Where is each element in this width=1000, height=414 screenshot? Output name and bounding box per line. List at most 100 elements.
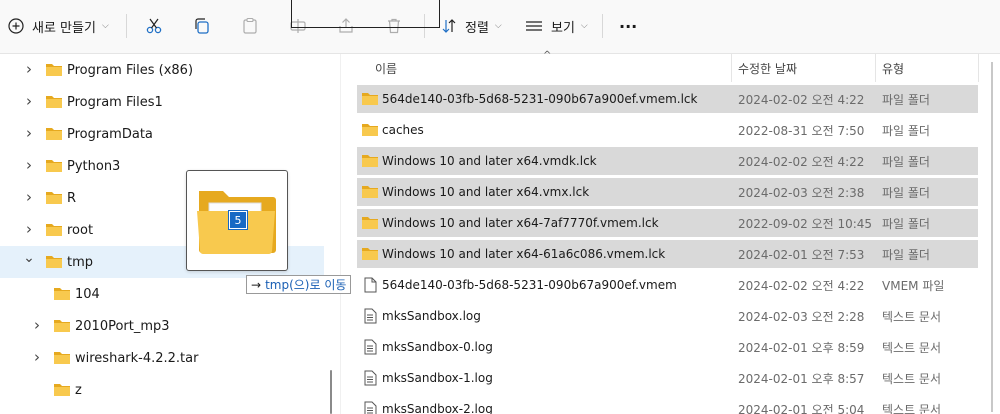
chevron-right-icon[interactable]: › bbox=[22, 220, 36, 238]
column-name[interactable]: 이름 bbox=[375, 60, 397, 77]
file-date: 2024-02-03 오전 2:28 bbox=[738, 309, 865, 324]
toolbar-divider bbox=[126, 14, 127, 38]
file-date: 2024-02-02 오전 4:22 bbox=[738, 92, 865, 107]
new-button[interactable]: 새로 만들기 ⌵ bbox=[8, 10, 109, 42]
file-type: 텍스트 문서 bbox=[882, 371, 942, 386]
chevron-right-icon[interactable]: › bbox=[22, 124, 36, 142]
file-row[interactable]: Windows 10 and later x64.vmx.lck 2024-02-… bbox=[357, 178, 978, 206]
file-name: Windows 10 and later x64-61a6c086.vmem.l… bbox=[382, 247, 666, 261]
chevron-right-icon[interactable]: › bbox=[30, 316, 44, 334]
nav-item[interactable]: › Program Files1 bbox=[0, 86, 324, 118]
nav-item-label: tmp bbox=[67, 254, 94, 270]
column-date[interactable]: 수정한 날짜 bbox=[738, 60, 797, 77]
file-row[interactable]: mksSandbox-2.log 2024-02-01 오전 5:04 텍스트 문서 bbox=[357, 395, 978, 414]
nav-item-label: ProgramData bbox=[67, 126, 153, 142]
column-type[interactable]: 유형 bbox=[882, 60, 904, 77]
file-date: 2024-02-02 오전 4:22 bbox=[738, 154, 865, 169]
move-tooltip-text: tmp(으)로 이동 bbox=[265, 278, 347, 292]
file-row[interactable]: Windows 10 and later x64-61a6c086.vmem.l… bbox=[357, 240, 978, 268]
chevron-right-icon[interactable]: › bbox=[22, 188, 36, 206]
folder-icon bbox=[54, 288, 70, 300]
folder-icon bbox=[362, 93, 378, 105]
file-row[interactable]: Windows 10 and later x64.vmdk.lck 2024-02… bbox=[357, 147, 978, 175]
file-row[interactable]: caches 2022-08-31 오전 7:50 파일 폴더 bbox=[357, 116, 978, 144]
view-list-icon bbox=[525, 18, 543, 34]
file-type: 파일 폴더 bbox=[882, 123, 930, 138]
file-row[interactable]: Windows 10 and later x64-7af7770f.vmem.l… bbox=[357, 209, 978, 237]
more-options-button[interactable]: ··· bbox=[619, 10, 637, 42]
file-type: 파일 폴더 bbox=[882, 247, 930, 262]
cut-button[interactable] bbox=[145, 10, 163, 42]
arrow-right-icon: → bbox=[251, 277, 262, 292]
more-options-icon: ··· bbox=[619, 16, 638, 36]
folder-icon bbox=[54, 320, 70, 332]
chevron-right-icon[interactable]: › bbox=[22, 60, 36, 78]
paste-button[interactable] bbox=[241, 10, 259, 42]
file-row[interactable]: mksSandbox-1.log 2024-02-01 오후 8:57 텍스트 문서 bbox=[357, 364, 978, 392]
drag-count-badge: 5 bbox=[228, 210, 248, 230]
file-date: 2024-02-01 오전 5:04 bbox=[738, 402, 865, 414]
column-header: ^ 이름 수정한 날짜 유형 bbox=[341, 50, 981, 82]
chevron-right-icon[interactable]: › bbox=[30, 348, 44, 366]
view-button-label: 보기 bbox=[551, 20, 575, 36]
file-row[interactable]: 564de140-03fb-5d68-5231-090b67a900ef.vme… bbox=[357, 271, 978, 299]
text-document-icon bbox=[364, 370, 377, 386]
nav-scrollbar[interactable] bbox=[330, 370, 332, 414]
file-type: 텍스트 문서 bbox=[882, 309, 942, 324]
file-row[interactable]: mksSandbox-0.log 2024-02-01 오후 8:59 텍스트 문서 bbox=[357, 333, 978, 361]
file-row[interactable]: 564de140-03fb-5d68-5231-090b67a900ef.vme… bbox=[357, 85, 978, 113]
file-row[interactable]: mksSandbox.log 2024-02-03 오전 2:28 텍스트 문서 bbox=[357, 302, 978, 330]
file-type: 파일 폴더 bbox=[882, 185, 930, 200]
nav-item[interactable]: › Program Files (x86) bbox=[0, 54, 324, 86]
file-name: Windows 10 and later x64.vmx.lck bbox=[382, 185, 590, 199]
nav-item-label: z bbox=[75, 382, 82, 398]
folder-icon bbox=[362, 186, 378, 198]
copy-button[interactable] bbox=[193, 10, 211, 42]
chevron-right-icon[interactable]: › bbox=[22, 156, 36, 174]
folder-icon bbox=[362, 217, 378, 229]
file-date: 2024-02-03 오전 2:38 bbox=[738, 185, 865, 200]
column-divider[interactable] bbox=[875, 54, 876, 82]
column-divider[interactable] bbox=[978, 54, 979, 82]
chevron-right-icon[interactable]: › bbox=[22, 92, 36, 110]
text-document-icon bbox=[364, 308, 377, 324]
file-name: 564de140-03fb-5d68-5231-090b67a900ef.vme… bbox=[382, 278, 677, 292]
nav-item[interactable]: z bbox=[0, 374, 324, 406]
sort-button-label: 정렬 bbox=[465, 20, 489, 36]
new-button-label: 새로 만들기 bbox=[32, 20, 96, 36]
column-divider[interactable] bbox=[731, 54, 732, 82]
nav-item[interactable]: › ProgramData bbox=[0, 118, 324, 150]
file-date: 2024-02-01 오전 7:53 bbox=[738, 247, 865, 262]
file-date: 2024-02-02 오전 4:22 bbox=[738, 278, 865, 293]
file-name: Windows 10 and later x64.vmdk.lck bbox=[382, 154, 597, 168]
folder-icon bbox=[362, 155, 378, 167]
list-scrollbar[interactable] bbox=[988, 60, 996, 414]
sort-up-icon: ^ bbox=[543, 50, 552, 61]
chevron-down-icon: ⌵ bbox=[494, 21, 502, 31]
file-type: 텍스트 문서 bbox=[882, 402, 942, 414]
nav-item[interactable]: › wireshark-4.2.2.tar bbox=[0, 342, 324, 374]
sort-button[interactable]: 정렬 ⌵ bbox=[441, 10, 502, 42]
file-type: VMEM 파일 bbox=[882, 278, 945, 293]
folder-icon bbox=[54, 352, 70, 364]
folder-icon bbox=[362, 248, 378, 260]
file-name: 564de140-03fb-5d68-5231-090b67a900ef.vme… bbox=[382, 92, 698, 106]
move-tooltip: → tmp(으)로 이동 bbox=[246, 275, 352, 294]
file-date: 2024-02-01 오후 8:57 bbox=[738, 371, 865, 386]
text-document-icon bbox=[364, 339, 377, 355]
file-name: Windows 10 and later x64-7af7770f.vmem.l… bbox=[382, 216, 659, 230]
scrollbar-thumb[interactable] bbox=[991, 62, 993, 412]
file-name: mksSandbox-0.log bbox=[382, 340, 493, 354]
nav-item-label: 2010Port_mp3 bbox=[75, 318, 170, 334]
chevron-down-icon[interactable]: ⌄ bbox=[22, 250, 36, 266]
nav-item-label: Program Files1 bbox=[67, 94, 163, 110]
file-name: caches bbox=[382, 123, 424, 137]
nav-item-label: Program Files (x86) bbox=[67, 62, 194, 78]
folder-icon bbox=[46, 192, 62, 204]
nav-item[interactable]: › 2010Port_mp3 bbox=[0, 310, 324, 342]
view-button[interactable]: 보기 ⌵ bbox=[525, 10, 588, 42]
file-icon bbox=[364, 277, 377, 293]
nav-item-label: wireshark-4.2.2.tar bbox=[75, 350, 199, 366]
file-name: mksSandbox-1.log bbox=[382, 371, 493, 385]
command-bar: 새로 만들기 ⌵ 정렬 ⌵ 보기 ⌵ ··· bbox=[0, 0, 1000, 54]
